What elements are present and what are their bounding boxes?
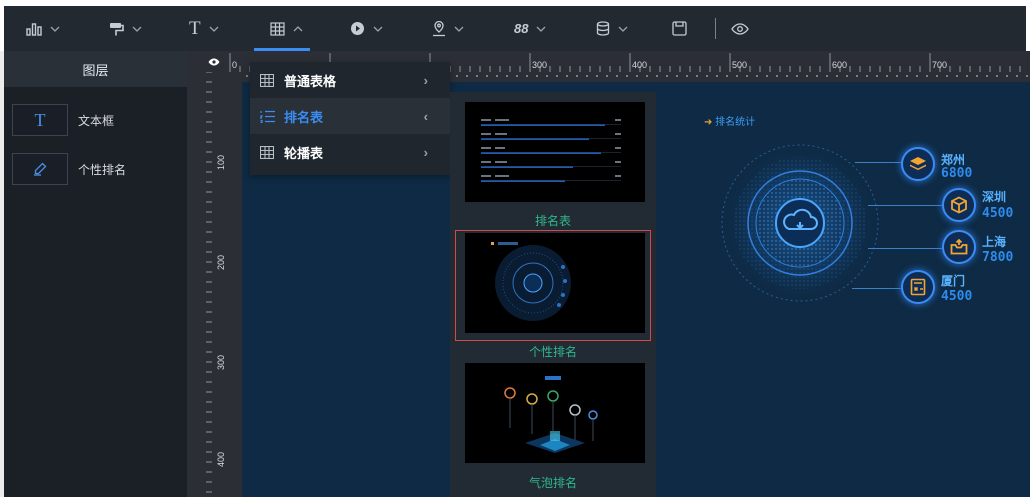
thumbnail-label: 个性排名 xyxy=(528,345,577,359)
chevron-down-icon xyxy=(50,26,60,32)
connector-line xyxy=(852,288,901,289)
chevron-right-icon: › xyxy=(423,145,428,160)
menu-item-carousel-table[interactable]: 轮播表 › xyxy=(250,134,450,170)
database-icon xyxy=(596,21,610,36)
arrow-right-icon: ➜ xyxy=(704,117,716,128)
ruler-label: 100 xyxy=(216,154,226,170)
chevron-down-icon xyxy=(373,26,383,32)
table-icon xyxy=(270,21,285,36)
ordered-list-icon xyxy=(250,110,284,123)
brush-menu-button[interactable] xyxy=(108,6,142,51)
city-value: 6800 xyxy=(941,166,973,181)
chevron-up-icon xyxy=(293,25,303,31)
ranking-table-preview xyxy=(481,119,621,182)
save-icon xyxy=(672,21,687,36)
play-circle-icon xyxy=(351,22,364,35)
city-name: 深圳 xyxy=(982,190,1007,204)
chevron-down-icon xyxy=(132,26,142,32)
box-icon xyxy=(942,188,976,222)
decoration-icon: 88 xyxy=(514,21,529,36)
selected-thumbnail-outline xyxy=(455,230,651,341)
chart-icon xyxy=(26,22,42,36)
ruler-label: 400 xyxy=(216,451,226,467)
layer-item-textbox[interactable]: T 文本框 xyxy=(12,103,182,137)
chevron-down-icon xyxy=(454,26,464,32)
ruler-label: 300 xyxy=(532,60,548,70)
layer-item-label: 个性排名 xyxy=(78,162,127,177)
text-menu-button[interactable]: T xyxy=(189,6,219,51)
connector-line xyxy=(868,248,942,249)
ruler-label: 200 xyxy=(216,254,226,270)
menu-item-label: 排名表 xyxy=(284,109,324,125)
ruler-label: 300 xyxy=(216,354,226,370)
menu-item-label: 普通表格 xyxy=(284,73,337,89)
ranking-title: ➜ 排名统计 xyxy=(704,113,755,128)
chevron-left-icon: ‹ xyxy=(423,109,428,124)
bubble-ranking-preview xyxy=(504,376,598,453)
layer-panel-title: 图层 xyxy=(4,51,187,87)
layer-panel: 图层 T 文本框 个性排名 xyxy=(4,51,187,497)
thumbnail-label: 排名表 xyxy=(534,214,571,228)
calculator-icon xyxy=(901,270,935,304)
chevron-down-icon xyxy=(537,26,546,32)
save-button[interactable] xyxy=(672,6,687,51)
text-icon: T xyxy=(189,17,201,39)
ruler-label: 600 xyxy=(832,60,848,70)
vertical-ruler[interactable]: 100 200 300 400 xyxy=(200,71,228,497)
toolbar: T 88 xyxy=(4,6,1026,51)
decoration-menu-button[interactable]: 88 xyxy=(514,6,546,51)
thumbnail-ranking-table[interactable] xyxy=(465,102,645,202)
map-pin-icon xyxy=(433,20,445,36)
layers-icon xyxy=(901,147,935,181)
inbox-icon xyxy=(942,230,976,264)
ranking-title-text: 排名统计 xyxy=(715,117,756,128)
table-icon xyxy=(250,73,284,87)
chart-menu-button[interactable] xyxy=(26,6,60,51)
ruler-label: 0 xyxy=(232,60,238,70)
ruler-label: 400 xyxy=(632,60,648,70)
table-dropdown-menu: 普通表格 › 排名表 ‹ 轮播表 › xyxy=(250,62,450,175)
menu-item-normal-table[interactable]: 普通表格 › xyxy=(250,62,450,98)
eye-icon xyxy=(208,58,220,65)
connector-line xyxy=(868,205,942,206)
preview-button[interactable] xyxy=(731,6,749,51)
connector-line xyxy=(855,162,901,163)
thumbnail-bubble-ranking[interactable] xyxy=(465,363,645,463)
eye-icon xyxy=(731,22,749,35)
city-value: 7800 xyxy=(982,250,1014,265)
ruler-ticks xyxy=(206,71,212,493)
ruler-label: 500 xyxy=(732,60,748,70)
toolbar-separator xyxy=(715,18,716,39)
chevron-down-icon xyxy=(209,26,219,32)
table-menu-button[interactable] xyxy=(270,6,303,51)
thumbnail-label: 气泡排名 xyxy=(528,476,577,490)
ruler-visibility-toggle[interactable] xyxy=(200,51,228,72)
pen-icon xyxy=(12,153,68,185)
city-name: 上海 xyxy=(982,235,1007,249)
city-value: 4500 xyxy=(982,206,1014,221)
chevron-right-icon: › xyxy=(423,73,428,88)
table-icon xyxy=(250,145,284,159)
media-menu-button[interactable] xyxy=(350,6,383,51)
menu-item-ranking-table[interactable]: 排名表 ‹ xyxy=(250,98,450,134)
city-value: 4500 xyxy=(941,289,973,304)
text-icon: T xyxy=(12,104,68,136)
ruler-label: 700 xyxy=(932,60,948,70)
paint-roller-icon xyxy=(110,22,124,35)
map-menu-button[interactable] xyxy=(432,6,464,51)
menu-item-label: 轮播表 xyxy=(284,145,324,161)
city-name: 厦门 xyxy=(941,274,966,288)
chevron-down-icon xyxy=(618,26,628,32)
layer-item-label: 文本框 xyxy=(78,113,115,128)
layer-item-custom-ranking[interactable]: 个性排名 xyxy=(12,152,182,186)
database-menu-button[interactable] xyxy=(596,6,628,51)
